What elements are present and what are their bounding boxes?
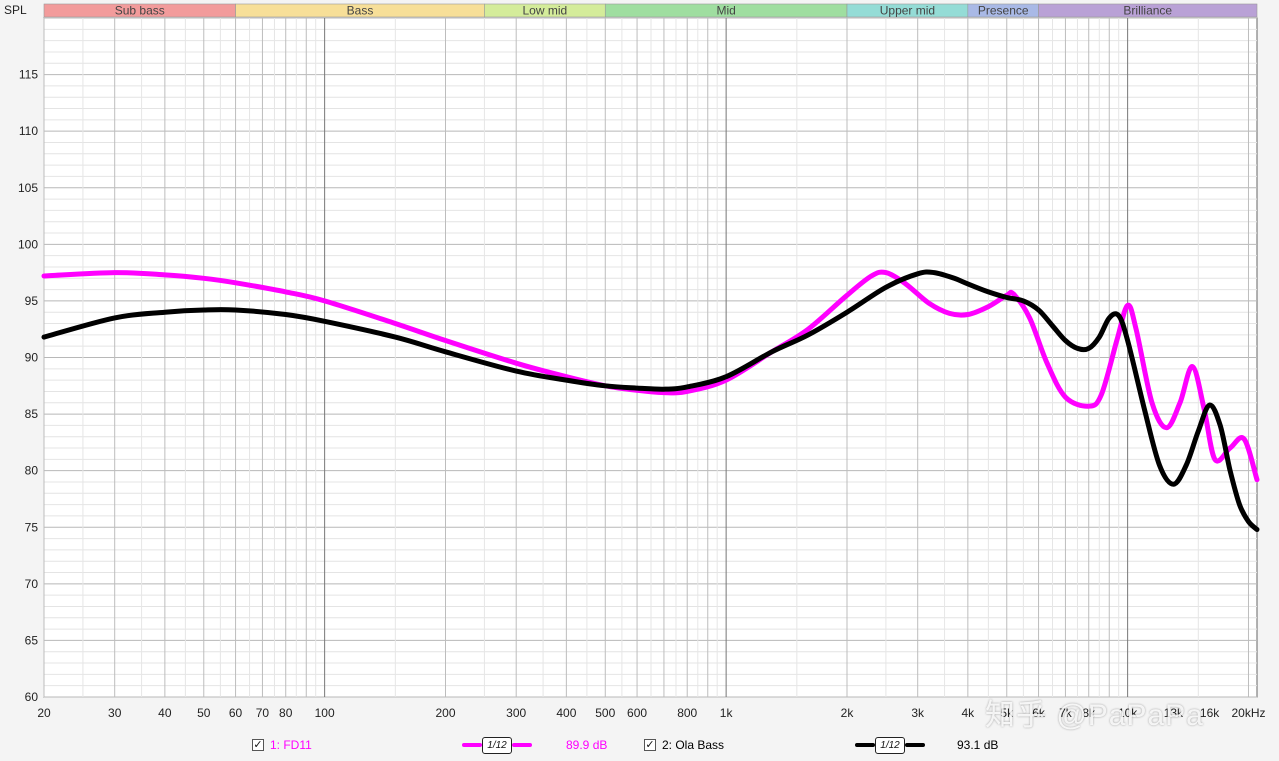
y-tick-label: 80 [25, 464, 39, 478]
x-tick-label: 800 [677, 706, 697, 720]
ola-bass-line-swatch[interactable]: 1/12 [855, 735, 925, 755]
fd11-line-swatch[interactable]: 1/12 [462, 735, 532, 755]
x-tick-label: 10k [1118, 706, 1138, 720]
band-label: Presence [978, 4, 1029, 18]
ola-bass-checkbox[interactable]: ✓ [644, 739, 656, 751]
y-tick-label: 100 [18, 237, 38, 251]
x-tick-label: 300 [506, 706, 526, 720]
grid [43, 17, 1257, 698]
ola-bass-smoothing-button[interactable]: 1/12 [875, 736, 905, 754]
ola-bass-value: 93.1 dB [957, 735, 998, 755]
x-tick-label: 30 [108, 706, 122, 720]
x-tick-label: 40 [158, 706, 172, 720]
fd11-value: 89.9 dB [566, 735, 607, 755]
y-tick-label: 70 [25, 577, 39, 591]
ola-bass-value-text: 93.1 dB [957, 738, 999, 752]
y-tick-label: 65 [25, 633, 39, 647]
fd11-smoothing-button[interactable]: 1/12 [482, 736, 512, 754]
x-tick-label: 7k [1059, 706, 1073, 720]
y-tick-label: 85 [25, 407, 39, 421]
y-tick-label: 75 [25, 520, 39, 534]
x-tick-label: 5k [1000, 706, 1014, 720]
legend: ✓ 1: FD11 1/12 89.9 dB ✓ 2: Ola Bass 1/1… [0, 735, 1279, 757]
fd11-line-left [462, 743, 482, 747]
y-tick-label: 105 [18, 181, 38, 195]
y-tick-label: 95 [25, 294, 39, 308]
x-tick-label: 6k [1032, 706, 1046, 720]
x-tick-label: 600 [627, 706, 647, 720]
fd11-checkbox[interactable]: ✓ [252, 739, 264, 751]
x-tick-label: 100 [315, 706, 335, 720]
x-tick-label: 80 [279, 706, 293, 720]
band-label: Upper mid [880, 4, 935, 18]
fd11-line-right [512, 743, 532, 747]
ola-bass-line-left [855, 743, 875, 747]
check-icon: ✓ [253, 739, 263, 751]
band-label: Brilliance [1123, 4, 1172, 18]
x-tick-label: 4k [962, 706, 976, 720]
x-tick-label: 16k [1200, 706, 1220, 720]
y-tick-label: 115 [19, 68, 38, 82]
legend-item-ola-bass[interactable]: ✓ 2: Ola Bass [644, 735, 724, 755]
x-tick-label: 8k [1082, 706, 1096, 720]
x-tick-label: 3k [911, 706, 925, 720]
fd11-label: 1: FD11 [270, 738, 312, 752]
check-icon: ✓ [645, 739, 655, 751]
y-tick-label: 110 [19, 124, 38, 138]
x-tick-label: 500 [595, 706, 615, 720]
ola-bass-label: 2: Ola Bass [662, 738, 725, 752]
frequency-response-chart: SPL Sub bass Bass Low mid Mid Upper mid Prese… [0, 0, 1279, 735]
band-label: Bass [347, 4, 374, 18]
y-axis-label: SPL [4, 3, 27, 17]
x-tick-label: 2k [841, 706, 855, 720]
x-tick-label: 400 [556, 706, 576, 720]
x-tick-label: 1k [720, 706, 734, 720]
x-tick-label: 13k [1164, 706, 1184, 720]
x-tick-label: 70 [256, 706, 270, 720]
x-tick-label: 60 [229, 706, 243, 720]
frequency-bands: Sub bass Bass Low mid Mid Upper mid Presence B… [43, 4, 1258, 18]
legend-item-fd11[interactable]: ✓ 1: FD11 [252, 735, 312, 755]
x-tick-label: 200 [435, 706, 455, 720]
ola-bass-line-right [905, 743, 925, 747]
y-tick-label: 60 [25, 690, 39, 704]
y-tick-label: 90 [25, 351, 39, 365]
x-tick-label: 20 [37, 706, 51, 720]
fd11-value-text: 89.9 dB [566, 738, 608, 752]
x-tick-label: 50 [197, 706, 211, 720]
x-tick-label: 20kHz [1231, 706, 1265, 720]
band-label: Mid [716, 4, 735, 18]
band-label: Low mid [522, 4, 567, 18]
band-label: Sub bass [115, 4, 165, 18]
